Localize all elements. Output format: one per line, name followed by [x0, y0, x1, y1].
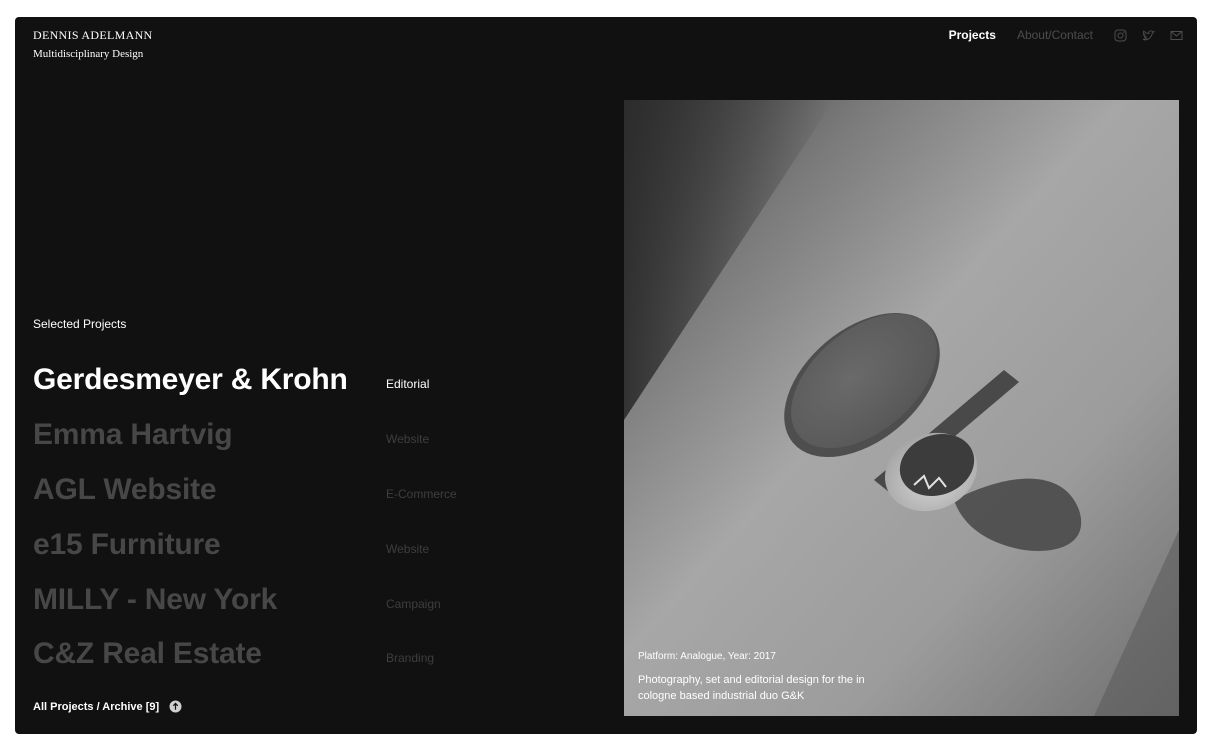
brand-name[interactable]: DENNIS ADELMANN: [33, 28, 153, 42]
section-label: Selected Projects: [33, 317, 127, 331]
instagram-icon[interactable]: [1114, 29, 1127, 42]
brand[interactable]: DENNIS ADELMANN Multidisciplinary Design: [33, 28, 153, 61]
top-nav: Projects About/Contact: [949, 28, 1183, 42]
twitter-icon[interactable]: [1142, 29, 1155, 42]
nav-projects-link[interactable]: Projects: [949, 28, 996, 42]
project-item[interactable]: MILLY - New York Campaign: [33, 572, 533, 627]
project-item[interactable]: AGL Website E-Commerce: [33, 463, 533, 518]
caption-description: Photography, set and editorial design fo…: [638, 674, 865, 702]
project-tag: Campaign: [386, 596, 441, 611]
project-list: Gerdesmeyer & Krohn Editorial Emma Hartv…: [33, 353, 533, 682]
project-item[interactable]: Gerdesmeyer & Krohn Editorial: [33, 353, 533, 408]
project-title[interactable]: AGL Website: [33, 468, 217, 512]
project-tag: E-Commerce: [386, 486, 457, 501]
archive-link[interactable]: All Projects / Archive [9]: [33, 700, 182, 713]
still-life-photo: [624, 100, 1179, 716]
featured-project-image[interactable]: Platform: Analogue, Year: 2017 Photograp…: [624, 100, 1179, 716]
project-tag: Editorial: [386, 377, 430, 392]
archive-label[interactable]: All Projects / Archive [9]: [33, 701, 159, 713]
site-frame: DENNIS ADELMANN Multidisciplinary Design…: [15, 17, 1197, 734]
caption-meta: Platform: Analogue, Year: 2017: [638, 651, 776, 662]
project-tag: Website: [386, 432, 430, 447]
project-title[interactable]: Gerdesmeyer & Krohn: [33, 358, 348, 402]
nav-about-link[interactable]: About/Contact: [1017, 28, 1093, 42]
project-tag: Website: [386, 541, 430, 556]
project-title[interactable]: e15 Furniture: [33, 523, 221, 567]
brand-subtitle: Multidisciplinary Design: [33, 48, 144, 60]
project-item[interactable]: C&Z Real Estate Branding: [33, 627, 533, 682]
project-title[interactable]: C&Z Real Estate: [33, 632, 262, 676]
project-title[interactable]: Emma Hartvig: [33, 413, 233, 457]
project-title[interactable]: MILLY - New York: [33, 578, 277, 622]
arrow-up-circle-icon[interactable]: [169, 700, 182, 713]
project-item[interactable]: Emma Hartvig Website: [33, 408, 533, 463]
project-item[interactable]: e15 Furniture Website: [33, 517, 533, 572]
mail-icon[interactable]: [1170, 29, 1183, 42]
project-tag: Branding: [386, 651, 435, 666]
image-caption: Platform: Analogue, Year: 2017 Photograp…: [638, 650, 898, 704]
